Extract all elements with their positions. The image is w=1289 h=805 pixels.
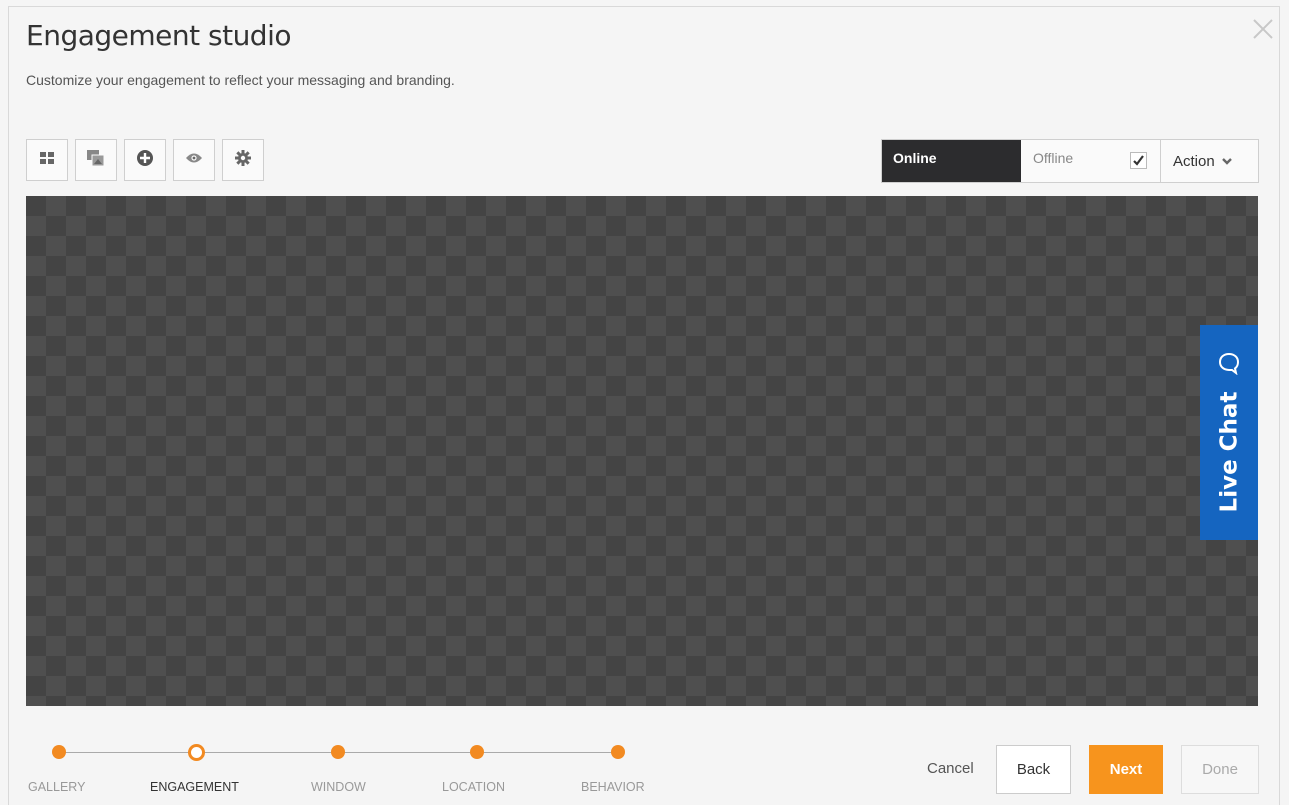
page-title: Engagement studio bbox=[26, 19, 292, 52]
wizard-progress: GALLERY ENGAGEMENT WINDOW LOCATION BEHAV… bbox=[0, 740, 700, 800]
next-button[interactable]: Next bbox=[1089, 745, 1163, 794]
engagement-preview-canvas[interactable] bbox=[26, 196, 1258, 706]
gear-icon bbox=[234, 149, 252, 172]
back-button[interactable]: Back bbox=[996, 745, 1071, 794]
offline-checkbox[interactable] bbox=[1130, 152, 1147, 169]
step-label-engagement[interactable]: ENGAGEMENT bbox=[150, 780, 239, 794]
step-label-window[interactable]: WINDOW bbox=[311, 780, 366, 794]
add-circle-icon bbox=[136, 149, 154, 172]
live-chat-label: Live Chat bbox=[1216, 391, 1242, 512]
image-edit-button[interactable] bbox=[75, 139, 117, 181]
chevron-down-icon bbox=[1221, 153, 1233, 170]
action-label: Action bbox=[1173, 152, 1215, 170]
step-dot-engagement[interactable] bbox=[188, 744, 205, 761]
live-chat-button[interactable]: Live Chat bbox=[1200, 325, 1258, 540]
step-label-gallery[interactable]: GALLERY bbox=[28, 780, 85, 794]
engagement-status-toggle: Online Offline bbox=[881, 139, 1161, 183]
layout-grid-icon bbox=[39, 150, 55, 171]
action-dropdown[interactable]: Action bbox=[1160, 139, 1259, 183]
chat-bubble-icon bbox=[1217, 351, 1241, 380]
step-dot-window[interactable] bbox=[331, 745, 345, 759]
step-label-behavior[interactable]: BEHAVIOR bbox=[581, 780, 645, 794]
step-label-location[interactable]: LOCATION bbox=[442, 780, 505, 794]
image-edit-icon bbox=[86, 149, 106, 172]
offline-label: Offline bbox=[1033, 150, 1074, 166]
checkmark-icon bbox=[1133, 155, 1144, 166]
step-dot-gallery[interactable] bbox=[52, 745, 66, 759]
online-tab[interactable]: Online bbox=[882, 140, 1021, 182]
page-subtitle: Customize your engagement to reflect you… bbox=[26, 72, 455, 88]
step-dot-behavior[interactable] bbox=[611, 745, 625, 759]
layout-button[interactable] bbox=[26, 139, 68, 181]
done-button[interactable]: Done bbox=[1181, 745, 1259, 794]
eye-icon bbox=[185, 151, 203, 169]
settings-button[interactable] bbox=[222, 139, 264, 181]
step-dot-location[interactable] bbox=[470, 745, 484, 759]
add-element-button[interactable] bbox=[124, 139, 166, 181]
preview-button[interactable] bbox=[173, 139, 215, 181]
editor-toolbar bbox=[26, 139, 264, 181]
offline-tab[interactable]: Offline bbox=[1021, 140, 1160, 182]
close-icon[interactable] bbox=[1250, 16, 1276, 42]
cancel-button[interactable]: Cancel bbox=[927, 760, 974, 777]
